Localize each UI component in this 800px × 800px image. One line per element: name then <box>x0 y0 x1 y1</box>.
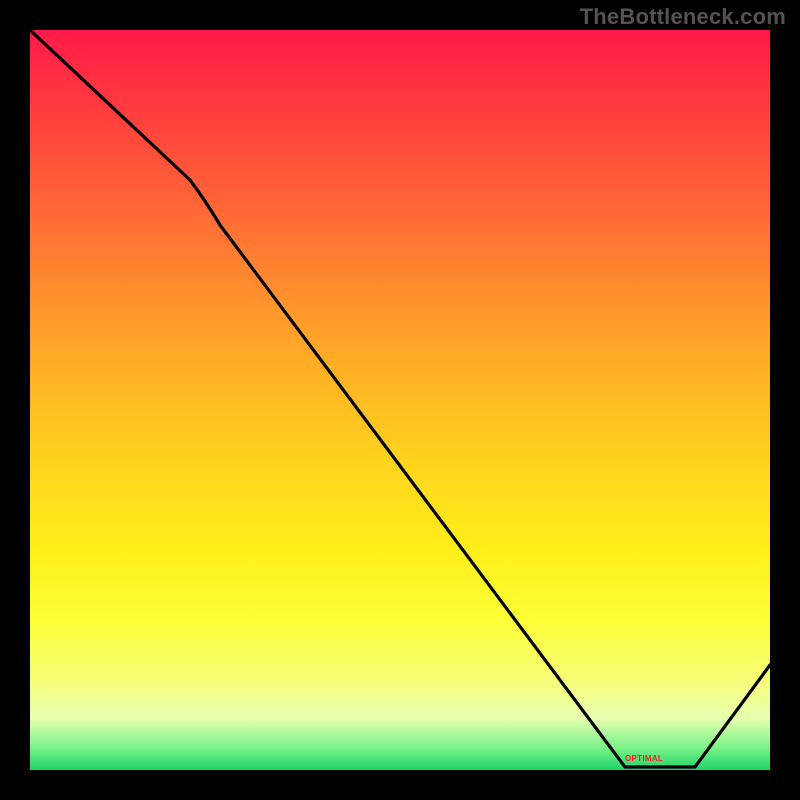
chart-container: TheBottleneck.com OPTIMAL <box>0 0 800 800</box>
optimal-label: OPTIMAL <box>625 754 663 763</box>
watermark-text: TheBottleneck.com <box>580 4 786 30</box>
bottleneck-curve-path <box>30 30 770 767</box>
plot-area: OPTIMAL <box>30 30 770 770</box>
curve-svg <box>30 30 770 770</box>
